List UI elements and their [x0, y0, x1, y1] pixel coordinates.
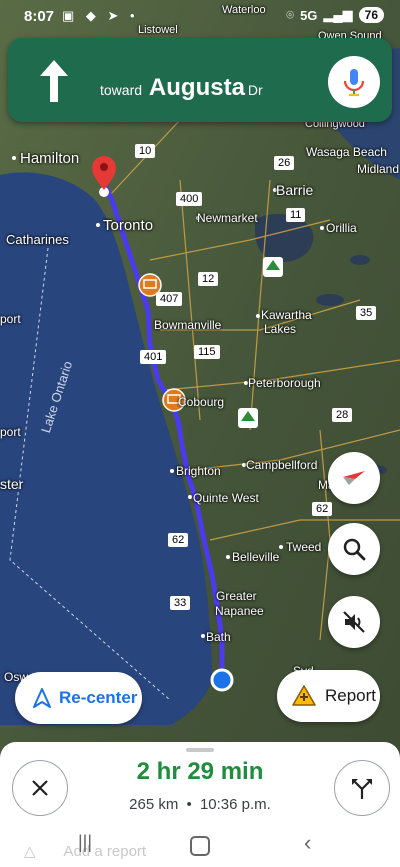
toward-label: toward: [100, 82, 143, 98]
compass-button[interactable]: [328, 452, 380, 504]
route-fork-icon: [352, 779, 372, 799]
turn-instruction-card[interactable]: toward Augusta Dr: [8, 38, 392, 122]
trip-separator: •: [186, 796, 192, 813]
trip-distance: 265 km: [129, 796, 179, 813]
street-name: Augusta: [148, 74, 245, 101]
compass-icon: [343, 471, 365, 485]
report-button[interactable]: Report: [277, 670, 380, 722]
report-warning-icon: [292, 685, 316, 706]
current-location-icon: [210, 668, 234, 692]
sheet-drag-handle[interactable]: [186, 748, 214, 752]
status-time: 8:07: [24, 8, 55, 25]
arrival-time: 10:36 p.m.: [199, 796, 271, 813]
recent-apps-button[interactable]: |||: [78, 832, 92, 853]
mute-button[interactable]: [328, 596, 380, 648]
microphone-icon: [343, 69, 365, 97]
navigation-arrow-icon: [33, 688, 51, 708]
back-button[interactable]: ‹: [304, 830, 311, 856]
toll-marker-icon: [162, 388, 186, 412]
signal-icon: ▂▄▆: [323, 7, 353, 22]
report-label: Report: [325, 686, 377, 705]
system-nav-bar: ||| ‹: [0, 826, 400, 867]
network-label: 5G: [300, 7, 318, 23]
search-along-route-button[interactable]: [328, 523, 380, 575]
straight-arrow-icon: [40, 60, 68, 102]
volume-off-icon: [343, 611, 365, 633]
search-icon: [343, 538, 366, 561]
recenter-label: Re-center: [59, 688, 138, 707]
voice-search-button[interactable]: [328, 56, 380, 108]
home-button[interactable]: [190, 836, 210, 856]
status-bar: 8:07 ▣ ◆ ➤ • ⌾ 5G ▂▄▆ 76: [0, 0, 400, 34]
map-view[interactable]: [0, 0, 400, 867]
instruction-text: toward Augusta Dr: [100, 74, 263, 102]
park-icon: [238, 408, 258, 428]
battery-badge: 76: [358, 7, 384, 23]
alternate-routes-button[interactable]: [334, 760, 390, 816]
toll-marker-icon: [138, 273, 162, 297]
recenter-button[interactable]: Re-center: [15, 672, 142, 724]
status-right: ⌾ 5G ▂▄▆ 76: [286, 7, 384, 23]
street-suffix: Dr: [247, 82, 263, 98]
notification-icons: ▣ ◆ ➤ •: [62, 8, 139, 23]
location-icon: ⌾: [286, 7, 295, 22]
park-icon: [263, 257, 283, 277]
